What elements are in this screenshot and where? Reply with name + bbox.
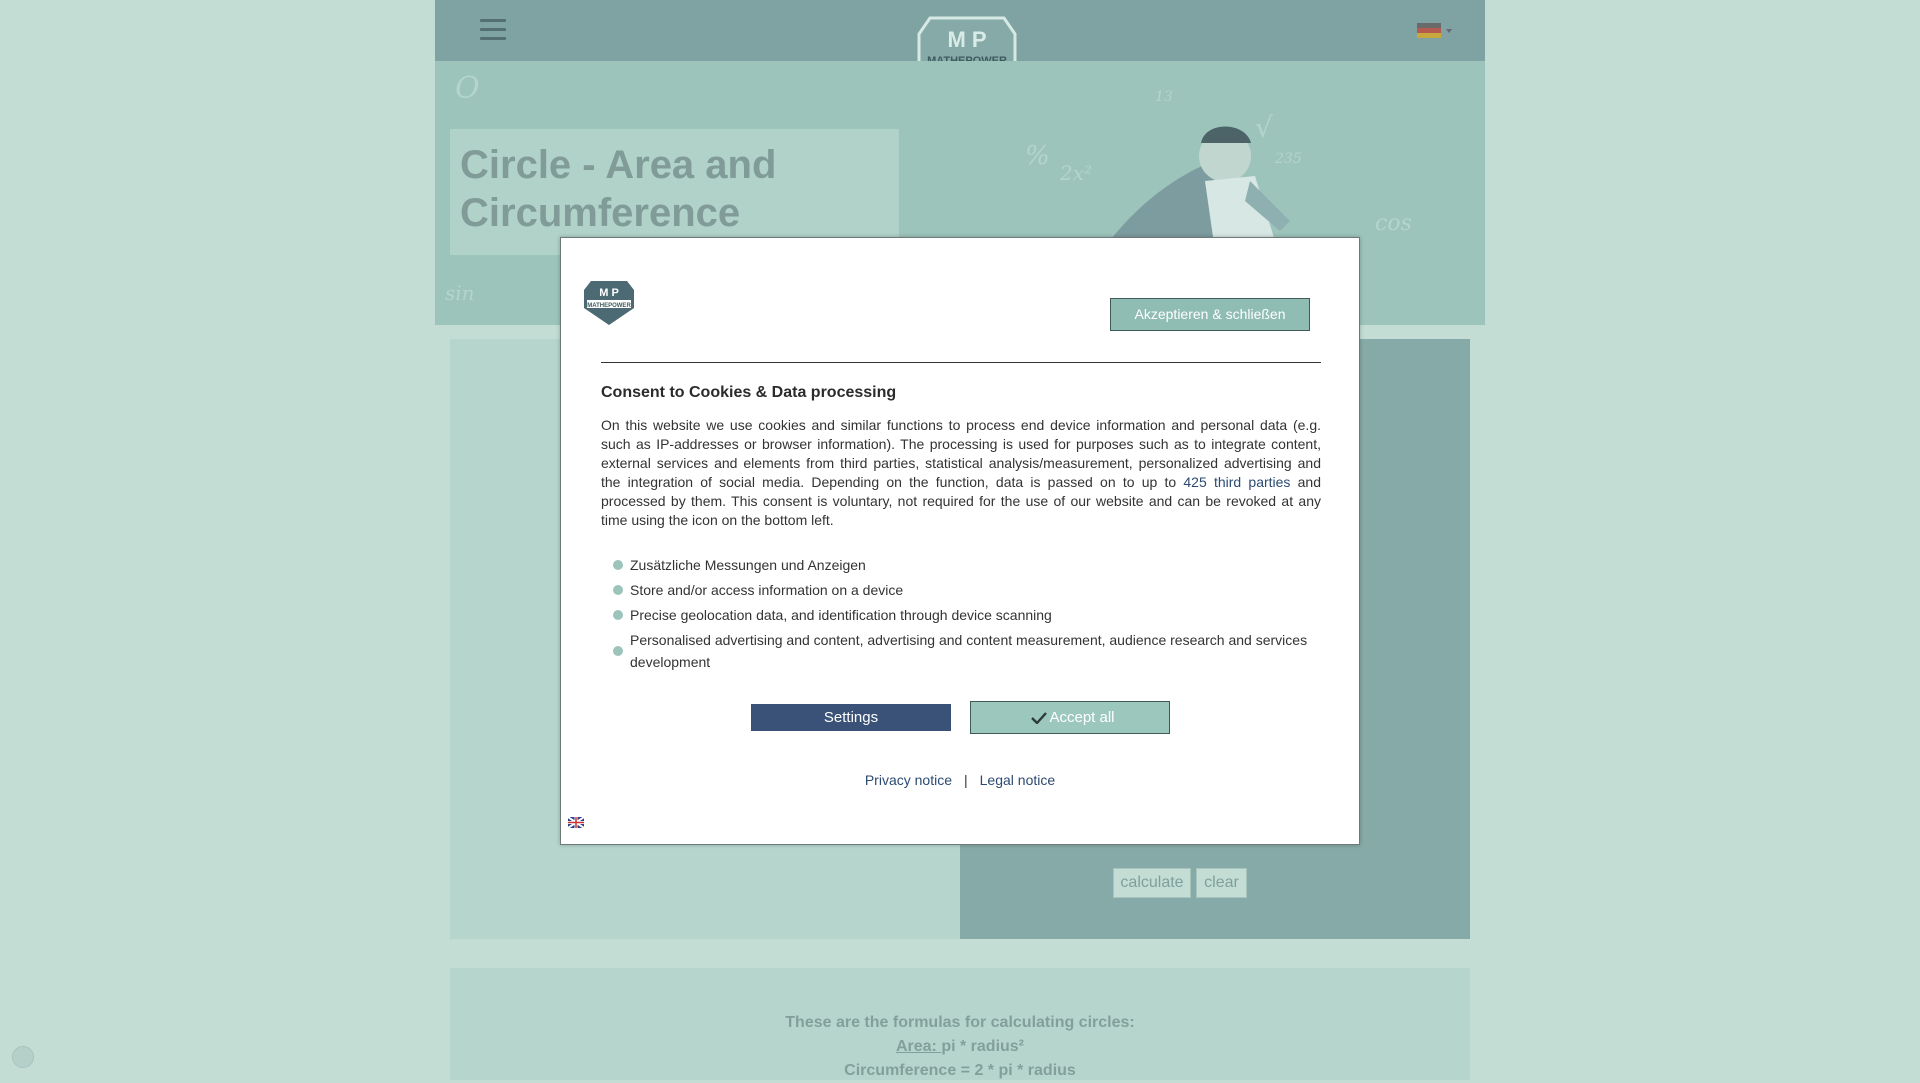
modal-logo: M P MATHEPOWER: [584, 281, 634, 325]
third-parties-link[interactable]: 425 third parties: [1183, 474, 1290, 490]
footer-separator: |: [964, 772, 968, 788]
bullet-dot-icon: [613, 560, 623, 570]
purpose-item: Precise geolocation data, and identifica…: [601, 604, 1321, 626]
purposes-list: Zusätzliche Messungen und Anzeigen Store…: [601, 554, 1321, 676]
area-formula-line: Area: pi * radius²: [450, 1035, 1470, 1059]
bullet-dot-icon: [613, 610, 623, 620]
circumference-formula: Circumference = 2 * pi * radius: [844, 1062, 1076, 1079]
logo-letters: M P: [947, 27, 986, 52]
privacy-notice-link[interactable]: Privacy notice: [865, 772, 952, 788]
chalk-text: sin: [445, 281, 475, 305]
page-title: Circle - Area and Circumference: [460, 143, 777, 235]
uk-flag-icon[interactable]: [568, 817, 584, 828]
consent-text: On this website we use cookies and simil…: [601, 417, 1322, 528]
purpose-item: Store and/or access information on a dev…: [601, 579, 1321, 601]
area-link[interactable]: Area:: [896, 1038, 941, 1055]
divider: [601, 362, 1321, 363]
menu-icon[interactable]: [480, 19, 506, 41]
cookie-consent-dialog: M P MATHEPOWER Akzeptieren & schließen C…: [560, 237, 1360, 845]
chalk-text: cos: [1375, 211, 1412, 236]
checkmark-icon: [1031, 712, 1047, 724]
purpose-item: Personalised advertising and content, ad…: [601, 629, 1321, 673]
german-flag-icon: [1417, 23, 1441, 38]
chevron-down-icon: [1446, 29, 1452, 33]
svg-text:M P: M P: [599, 287, 619, 299]
modal-logo-text: MATHEPOWER: [587, 303, 631, 309]
settings-button[interactable]: Settings: [751, 704, 951, 731]
accept-close-button[interactable]: Akzeptieren & schließen: [1110, 298, 1310, 331]
area-formula: pi * radius²: [941, 1038, 1025, 1055]
calculate-button[interactable]: calculate: [1113, 868, 1191, 898]
purpose-item: Zusätzliche Messungen und Anzeigen: [601, 554, 1321, 576]
bullet-dot-icon: [613, 646, 623, 656]
legal-notice-link[interactable]: Legal notice: [980, 772, 1056, 788]
language-switcher[interactable]: [1417, 23, 1455, 39]
clear-button[interactable]: clear: [1196, 868, 1247, 898]
formulas-section: These are the formulas for calculating c…: [450, 968, 1470, 1080]
top-navbar: M P MATHEPOWER: [435, 0, 1485, 98]
formulas-heading: These are the formulas for calculating c…: [785, 1014, 1135, 1031]
accept-all-button[interactable]: Accept all: [970, 701, 1170, 734]
bullet-dot-icon: [613, 585, 623, 595]
chalk-text: O: [455, 71, 480, 106]
modal-footer-links: Privacy notice | Legal notice: [561, 772, 1359, 788]
consent-title: Consent to Cookies & Data processing: [601, 384, 897, 401]
chalk-text: %: [1025, 141, 1050, 171]
fingerprint-consent-icon[interactable]: [12, 1046, 34, 1068]
